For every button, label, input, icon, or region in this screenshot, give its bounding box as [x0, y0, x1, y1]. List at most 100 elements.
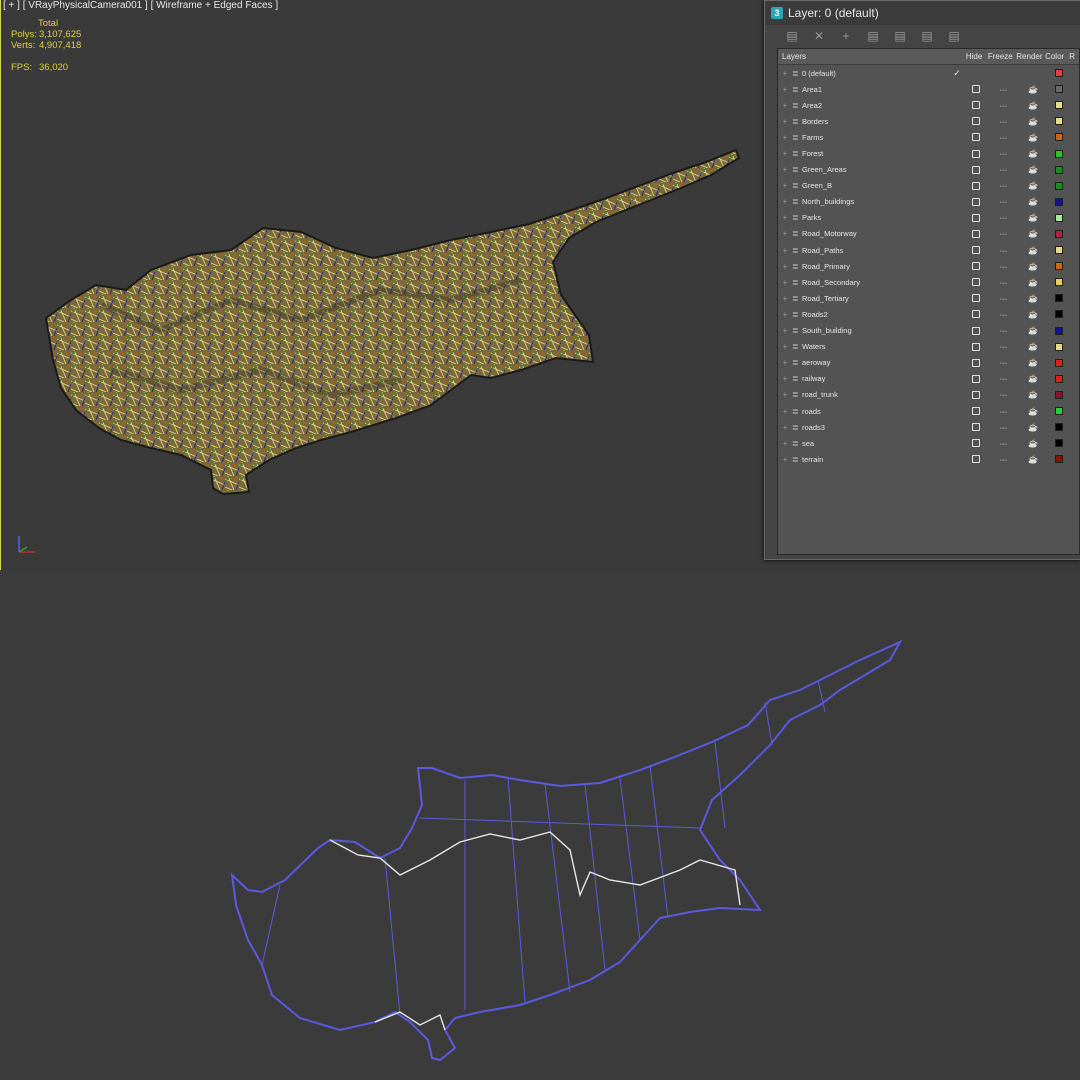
hide-toggle[interactable] [964, 374, 988, 383]
expand-icon[interactable]: + [778, 85, 792, 94]
perspective-viewport[interactable]: [ + ] [ VRayPhysicalCamera001 ] [ Wirefr… [0, 0, 1080, 570]
layer-row[interactable]: + ≣ Farms ····· ☕ [778, 129, 1079, 145]
layer-name[interactable]: North_buildings [802, 197, 950, 206]
layer-color-swatch[interactable] [1048, 165, 1070, 174]
layer-color-swatch[interactable] [1048, 246, 1070, 255]
select-in-layer-icon[interactable]: ▤ [866, 29, 880, 43]
layer-name[interactable]: road_trunk [802, 390, 950, 399]
window-title-bar[interactable]: 3 Layer: 0 (default) [765, 1, 1080, 25]
expand-icon[interactable]: + [778, 278, 792, 287]
render-teapot-icon[interactable]: ☕ [1018, 294, 1048, 303]
expand-icon[interactable]: + [778, 455, 792, 464]
highlight-layer-icon[interactable]: ▤ [893, 29, 907, 43]
current-layer-checkmark-icon[interactable]: ✓ [950, 68, 964, 79]
expand-icon[interactable]: + [778, 165, 792, 174]
expand-icon[interactable]: + [778, 69, 792, 78]
layer-row[interactable]: + ≣ Road_Secondary ····· ☕ [778, 274, 1079, 290]
freeze-toggle[interactable]: ····· [988, 101, 1018, 110]
freeze-toggle[interactable]: ····· [988, 407, 1018, 416]
layer-row[interactable]: + ≣ Roads2 ····· ☕ [778, 306, 1079, 322]
layer-color-swatch[interactable] [1048, 85, 1070, 94]
layer-row[interactable]: + ≣ terrain ····· ☕ [778, 451, 1079, 467]
hide-checkbox[interactable] [972, 407, 980, 416]
expand-icon[interactable]: + [778, 213, 792, 222]
layer-row[interactable]: + ≣ Road_Primary ····· ☕ [778, 258, 1079, 274]
hide-checkbox[interactable] [972, 278, 980, 287]
freeze-toggle[interactable]: ····· [988, 117, 1018, 126]
layer-color-swatch[interactable] [1048, 278, 1070, 287]
render-teapot-icon[interactable]: ☕ [1018, 278, 1048, 287]
hide-checkbox[interactable] [972, 149, 980, 158]
layer-color-swatch[interactable] [1048, 69, 1070, 78]
hide-toggle[interactable] [964, 423, 988, 432]
expand-icon[interactable]: + [778, 390, 792, 399]
layer-color-swatch[interactable] [1048, 358, 1070, 367]
hide-toggle[interactable] [964, 262, 988, 271]
render-teapot-icon[interactable]: ☕ [1018, 262, 1048, 271]
layer-row[interactable]: + ≣ Borders ····· ☕ [778, 113, 1079, 129]
render-teapot-icon[interactable]: ☕ [1018, 390, 1048, 399]
layer-color-swatch[interactable] [1048, 342, 1070, 351]
hide-checkbox[interactable] [972, 374, 980, 383]
hide-checkbox[interactable] [972, 165, 980, 174]
hide-checkbox[interactable] [972, 181, 980, 190]
hide-toggle[interactable] [964, 181, 988, 190]
freeze-toggle[interactable]: ····· [988, 197, 1018, 206]
expand-icon[interactable]: + [778, 229, 792, 238]
render-teapot-icon[interactable]: ☕ [1018, 342, 1048, 351]
layer-name[interactable]: South_building [802, 326, 950, 335]
render-teapot-icon[interactable]: ☕ [1018, 133, 1048, 142]
layer-color-swatch[interactable] [1048, 262, 1070, 271]
layer-name[interactable]: Green_Areas [802, 165, 950, 174]
freeze-toggle[interactable]: ····· [988, 358, 1018, 367]
expand-icon[interactable]: + [778, 342, 792, 351]
render-teapot-icon[interactable]: ☕ [1018, 229, 1048, 238]
layer-name[interactable]: Area2 [802, 101, 950, 110]
layer-row[interactable]: + ≣ Road_Paths ····· ☕ [778, 242, 1079, 258]
hide-checkbox[interactable] [972, 390, 980, 399]
layer-color-swatch[interactable] [1048, 149, 1070, 158]
render-teapot-icon[interactable]: ☕ [1018, 149, 1048, 158]
render-teapot-icon[interactable]: ☕ [1018, 374, 1048, 383]
render-teapot-icon[interactable]: ☕ [1018, 197, 1048, 206]
render-teapot-icon[interactable]: ☕ [1018, 439, 1048, 448]
layer-name[interactable]: roads3 [802, 423, 950, 432]
freeze-toggle[interactable]: ····· [988, 374, 1018, 383]
freeze-all-icon[interactable]: ▤ [947, 29, 961, 43]
hide-checkbox[interactable] [972, 310, 980, 319]
hide-checkbox[interactable] [972, 423, 980, 432]
outline-viewport[interactable] [0, 570, 1080, 1080]
layer-row[interactable]: + ≣ sea ····· ☕ [778, 435, 1079, 451]
hide-checkbox[interactable] [972, 455, 980, 464]
layer-name[interactable]: Farms [802, 133, 950, 142]
layer-name[interactable]: 0 (default) [802, 69, 950, 78]
hide-toggle[interactable] [964, 165, 988, 174]
layer-name[interactable]: Roads2 [802, 310, 950, 319]
hide-checkbox[interactable] [972, 101, 980, 110]
render-teapot-icon[interactable]: ☕ [1018, 101, 1048, 110]
hide-checkbox[interactable] [972, 262, 980, 271]
expand-icon[interactable]: + [778, 358, 792, 367]
layer-name[interactable]: Road_Secondary [802, 278, 950, 287]
layer-row[interactable]: + ≣ Green_Areas ····· ☕ [778, 162, 1079, 178]
render-teapot-icon[interactable]: ☕ [1018, 181, 1048, 190]
layer-name[interactable]: sea [802, 439, 950, 448]
hide-checkbox[interactable] [972, 85, 980, 94]
layer-name[interactable]: terrain [802, 455, 950, 464]
layer-row[interactable]: + ≣ Area1 ····· ☕ [778, 81, 1079, 97]
freeze-toggle[interactable]: ····· [988, 149, 1018, 158]
column-hide[interactable]: Hide [962, 52, 985, 61]
render-teapot-icon[interactable]: ☕ [1018, 85, 1048, 94]
layer-name[interactable]: Road_Paths [802, 246, 950, 255]
layer-row[interactable]: + ≣ Waters ····· ☕ [778, 339, 1079, 355]
expand-icon[interactable]: + [778, 310, 792, 319]
layer-row[interactable]: + ≣ Road_Motorway ····· ☕ [778, 226, 1079, 242]
hide-toggle[interactable] [964, 213, 988, 222]
layer-color-swatch[interactable] [1048, 390, 1070, 399]
expand-icon[interactable]: + [778, 149, 792, 158]
layer-list[interactable]: Layers Hide Freeze Render Color R + ≣ 0 (d… [777, 48, 1080, 555]
column-color[interactable]: Color [1044, 52, 1065, 61]
freeze-toggle[interactable]: ····· [988, 423, 1018, 432]
hide-checkbox[interactable] [972, 294, 980, 303]
expand-icon[interactable]: + [778, 181, 792, 190]
